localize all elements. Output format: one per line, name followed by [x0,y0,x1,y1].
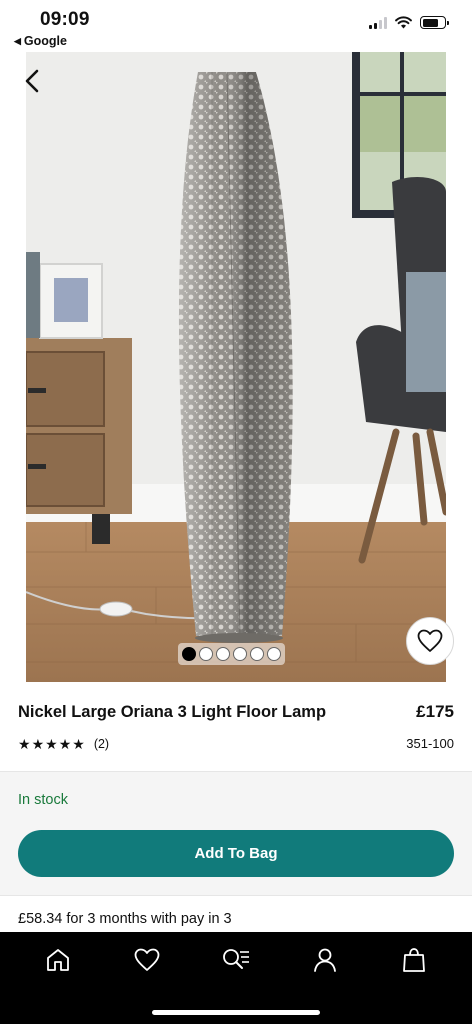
carousel-dot-6[interactable] [267,647,281,661]
carousel-dot-3[interactable] [216,647,230,661]
heart-icon [134,948,160,971]
carousel-dot-4[interactable] [233,647,247,661]
nav-bag[interactable] [392,938,436,982]
nav-account[interactable] [303,938,347,982]
bag-icon [402,948,425,972]
product-title: Nickel Large Oriana 3 Light Floor Lamp [18,702,327,721]
nav-search[interactable] [214,938,258,982]
product-image[interactable] [26,52,446,682]
status-bar: 09:09 ◀ Google [0,0,472,52]
product-price: £175 [416,702,454,721]
home-icon [47,949,70,971]
back-app-label: Google [23,34,67,48]
status-icons [369,16,449,29]
heart-icon [417,629,443,652]
home-indicator[interactable] [152,1010,320,1015]
lamp-photo [26,52,446,682]
add-to-bag-button[interactable]: Add To Bag [18,830,454,877]
review-count[interactable]: (2) [94,737,109,751]
back-button[interactable] [20,68,44,94]
stock-status: In stock [18,792,68,808]
back-to-app-link[interactable]: ◀ Google [14,34,67,48]
star-icon: ★ [18,735,31,752]
search-list-icon [223,949,249,969]
star-icon: ★ [58,735,72,752]
star-icon: ★ [72,735,85,752]
product-title-row: Nickel Large Oriana 3 Light Floor Lamp £… [18,702,454,722]
image-carousel-indicator [178,643,285,665]
signal-icon [369,16,387,29]
account-icon [313,948,336,972]
item-code: 351-100 [406,736,454,751]
star-rating[interactable]: ★ ★ ★ ★ ★ (2) [18,737,109,751]
carousel-dot-1[interactable] [182,647,196,661]
chevron-left-icon [25,69,39,93]
star-icon: ★ [31,735,45,752]
carousel-dot-2[interactable] [199,647,213,661]
star-icon: ★ [45,735,58,752]
battery-icon [420,16,449,29]
carousel-dot-5[interactable] [250,647,264,661]
back-triangle-icon: ◀ [14,35,21,46]
pay-in-3-text[interactable]: £58.34 for 3 months with pay in 3 [18,911,232,927]
nav-favourites[interactable] [125,938,169,982]
nav-home[interactable] [36,938,80,982]
product-rating-row: ★ ★ ★ ★ ★ (2) 351-100 [18,736,454,751]
bottom-navigation [0,932,472,1024]
add-to-wishlist-button[interactable] [406,617,454,665]
wifi-icon [395,16,412,29]
status-time: 09:09 [40,9,90,30]
